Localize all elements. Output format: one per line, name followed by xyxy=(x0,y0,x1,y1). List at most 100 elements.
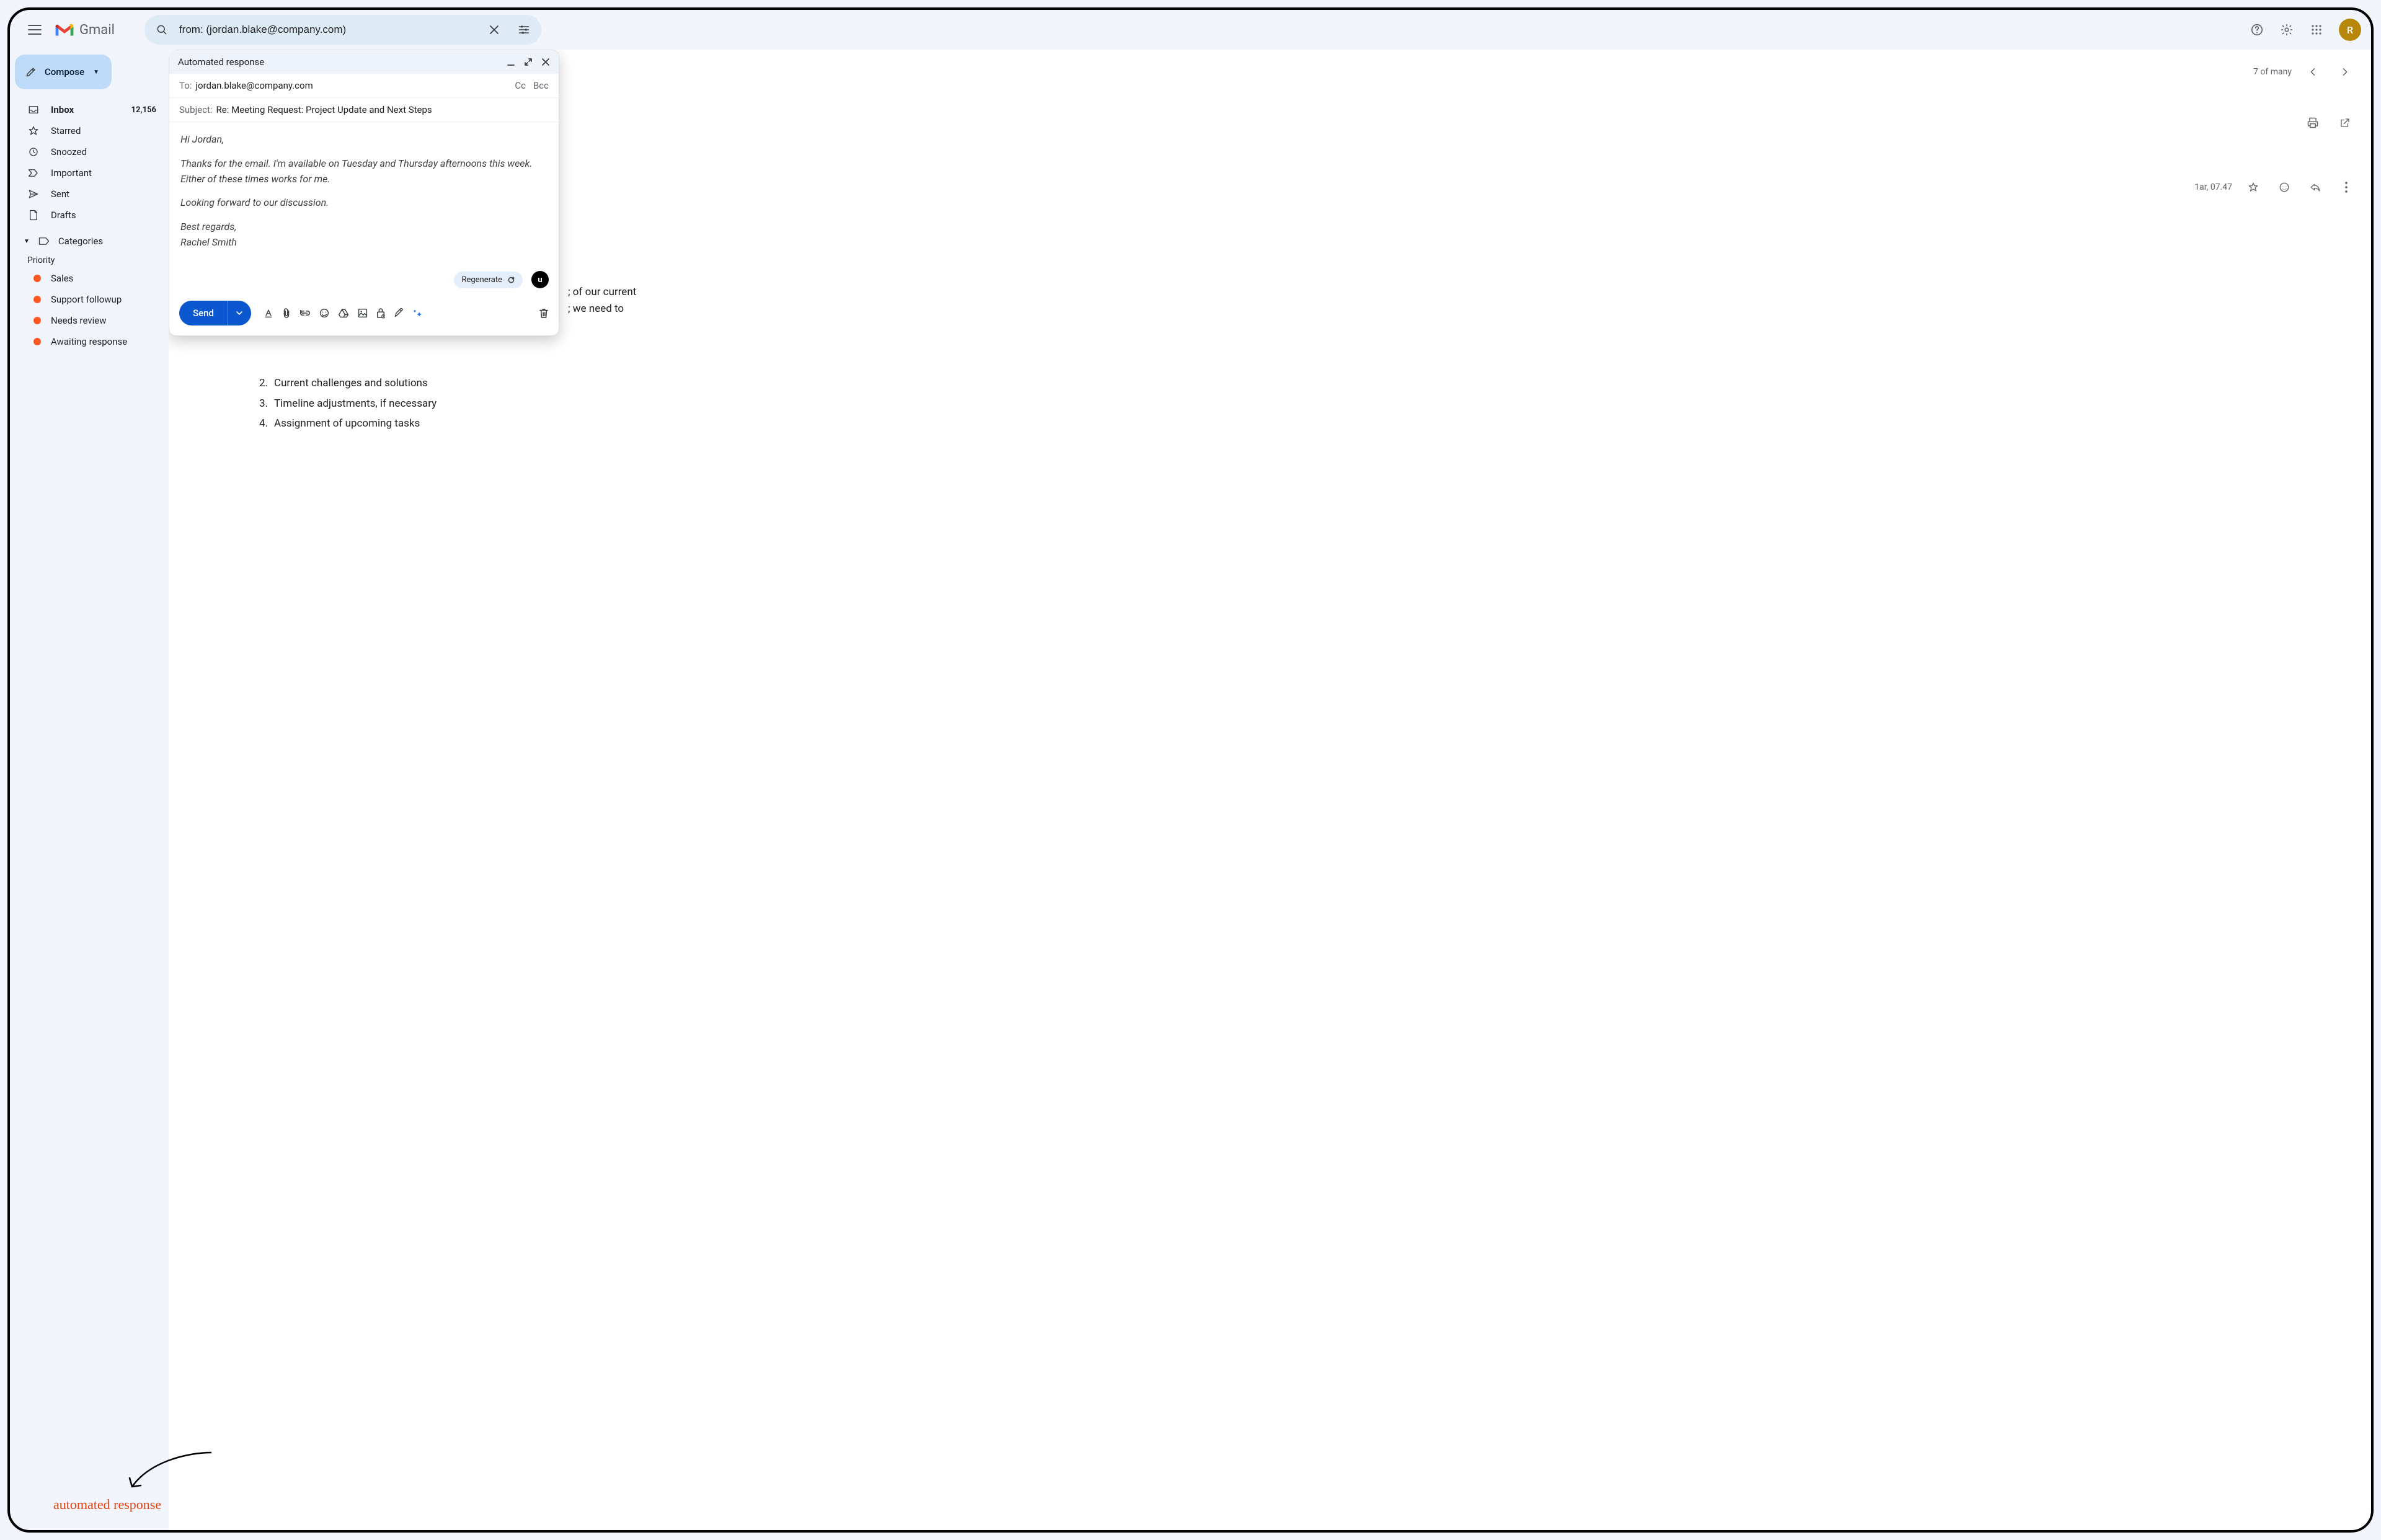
subject-label: Subject: xyxy=(179,104,213,115)
search-bar xyxy=(144,15,541,45)
regenerate-button[interactable]: Regenerate xyxy=(454,272,523,288)
agenda-item: 3.Timeline adjustments, if necessary xyxy=(257,394,2356,414)
send-options-caret[interactable] xyxy=(228,301,251,325)
nav-label: Drafts xyxy=(51,210,76,221)
send-button[interactable]: Send xyxy=(179,301,251,325)
nav-snoozed[interactable]: Snoozed xyxy=(15,141,164,162)
ai-assist-icon[interactable] xyxy=(412,308,422,318)
agenda-list: 2.Current challenges and solutions 3.Tim… xyxy=(184,373,2356,433)
more-icon[interactable] xyxy=(2336,177,2356,197)
refresh-icon xyxy=(507,276,515,284)
to-label: To: xyxy=(179,80,192,91)
priority-label-text: Awaiting response xyxy=(51,336,127,347)
older-button[interactable] xyxy=(2302,61,2324,83)
nav-label: Snoozed xyxy=(51,146,87,157)
emoji-reaction-icon[interactable] xyxy=(2274,177,2294,197)
reply-icon[interactable] xyxy=(2305,177,2325,197)
open-new-window-icon[interactable] xyxy=(2334,112,2356,134)
sidebar: Compose ▼ Inbox 12,156 Starred Snoozed xyxy=(10,50,169,1530)
fullscreen-icon[interactable] xyxy=(524,58,533,66)
sent-icon xyxy=(27,188,40,200)
help-icon[interactable] xyxy=(2245,17,2269,42)
nav-inbox[interactable]: Inbox 12,156 xyxy=(15,99,164,120)
priority-label-text: Support followup xyxy=(51,294,122,305)
drafts-icon xyxy=(27,210,40,221)
nav-list: Inbox 12,156 Starred Snoozed Important xyxy=(15,99,164,226)
categories-label: Categories xyxy=(58,236,103,247)
compose-header[interactable]: Automated response xyxy=(169,50,559,74)
compose-button[interactable]: Compose ▼ xyxy=(15,55,112,89)
main-menu-button[interactable] xyxy=(20,15,50,45)
body-line: Thanks for the email. I'm available on T… xyxy=(180,156,548,187)
close-icon[interactable] xyxy=(541,58,550,66)
regenerate-label: Regenerate xyxy=(461,275,502,285)
gmail-logo[interactable]: Gmail xyxy=(55,22,115,38)
nav-important[interactable]: Important xyxy=(15,162,164,184)
star-message-icon[interactable] xyxy=(2243,177,2263,197)
print-icon[interactable] xyxy=(2302,112,2324,134)
discard-draft-icon[interactable] xyxy=(539,308,549,319)
annotation-label: automated response xyxy=(53,1497,161,1513)
message-date: 1ar, 07.47 xyxy=(2194,182,2232,192)
link-icon[interactable] xyxy=(299,310,311,316)
image-icon[interactable] xyxy=(358,308,368,318)
priority-heading: Priority xyxy=(15,252,164,268)
gmail-logo-icon xyxy=(55,22,74,37)
nav-sent[interactable]: Sent xyxy=(15,184,164,205)
compose-body[interactable]: Hi Jordan, Thanks for the email. I'm ava… xyxy=(169,122,559,271)
priority-support-followup[interactable]: Support followup xyxy=(15,289,164,310)
dot-icon xyxy=(33,296,41,303)
settings-icon[interactable] xyxy=(2274,17,2299,42)
inbox-icon xyxy=(27,104,40,115)
nav-starred[interactable]: Starred xyxy=(15,120,164,141)
send-label: Send xyxy=(179,308,228,319)
emoji-icon[interactable] xyxy=(319,308,329,318)
body-line: Looking forward to our discussion. xyxy=(180,195,548,211)
compose-window-title: Automated response xyxy=(178,56,264,68)
newer-button[interactable] xyxy=(2334,61,2356,83)
attach-icon[interactable] xyxy=(282,308,291,319)
apps-icon[interactable] xyxy=(2304,17,2329,42)
account-avatar[interactable]: R xyxy=(2339,19,2361,41)
regenerate-row: Regenerate u xyxy=(169,271,559,294)
signature-icon[interactable] xyxy=(394,308,404,318)
minimize-icon[interactable] xyxy=(507,58,515,66)
nav-label: Sent xyxy=(51,188,69,200)
subject-value: Re: Meeting Request: Project Update and … xyxy=(216,104,549,115)
categories-toggle[interactable]: ▼ Categories xyxy=(15,231,164,252)
brand-badge[interactable]: u xyxy=(531,271,549,288)
bcc-button[interactable]: Bcc xyxy=(533,80,549,91)
cc-button[interactable]: Cc xyxy=(515,80,526,91)
important-icon xyxy=(27,169,40,177)
app-header: Gmail xyxy=(10,10,2371,50)
caret-down-icon: ▼ xyxy=(24,238,30,245)
to-value: jordan.blake@company.com xyxy=(195,80,507,91)
to-row[interactable]: To: jordan.blake@company.com Cc Bcc xyxy=(169,74,559,98)
nav-drafts[interactable]: Drafts xyxy=(15,205,164,226)
priority-needs-review[interactable]: Needs review xyxy=(15,310,164,331)
caret-down-icon: ▼ xyxy=(93,69,99,76)
pager-text: 7 of many xyxy=(2253,67,2292,77)
priority-label-text: Needs review xyxy=(51,315,106,326)
inbox-count: 12,156 xyxy=(131,105,157,115)
header-actions: R xyxy=(2245,17,2361,42)
priority-awaiting-response[interactable]: Awaiting response xyxy=(15,331,164,352)
dot-icon xyxy=(33,317,41,324)
confidential-icon[interactable] xyxy=(376,308,385,319)
clear-search-icon[interactable] xyxy=(482,17,507,42)
search-icon[interactable] xyxy=(149,17,174,42)
label-icon xyxy=(38,237,50,246)
dot-icon xyxy=(33,275,41,282)
subject-row[interactable]: Subject: Re: Meeting Request: Project Up… xyxy=(169,98,559,122)
pencil-icon xyxy=(25,66,37,78)
priority-sales[interactable]: Sales xyxy=(15,268,164,289)
product-name: Gmail xyxy=(79,22,115,38)
format-text-icon[interactable] xyxy=(264,308,273,318)
search-input[interactable] xyxy=(179,24,477,36)
app-frame: Gmail xyxy=(7,7,2374,1533)
body-line: Best regards, Rachel Smith xyxy=(180,219,548,250)
body-line: ; we need to xyxy=(568,301,2356,317)
star-icon xyxy=(27,125,40,136)
drive-icon[interactable] xyxy=(338,308,349,318)
search-options-icon[interactable] xyxy=(512,17,536,42)
